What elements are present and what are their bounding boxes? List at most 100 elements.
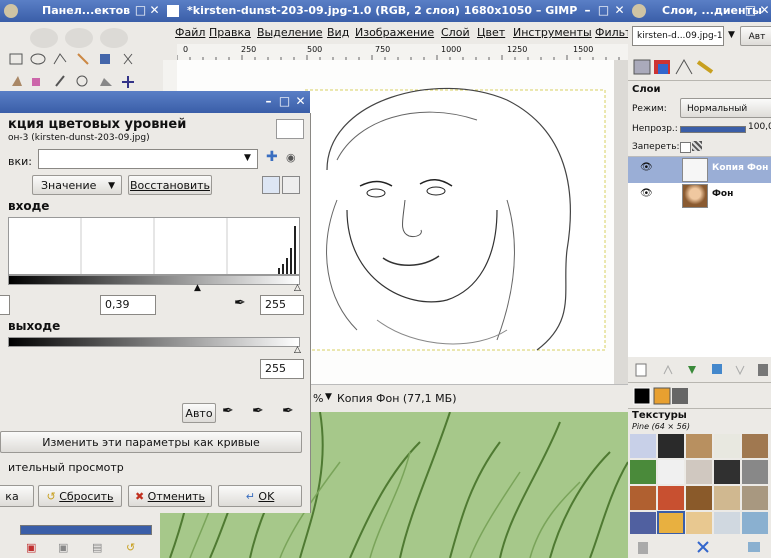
- input-gamma-spinner[interactable]: 0,39: [100, 295, 156, 315]
- input-levels-label: входе: [8, 199, 50, 213]
- toolbox-panel: [0, 22, 163, 100]
- lock-label: Запереть:: [632, 142, 680, 152]
- menu-colors[interactable]: Цвет: [477, 22, 505, 44]
- eye-icon[interactable]: 👁: [640, 162, 653, 173]
- dock-tabs-icons[interactable]: [632, 56, 722, 78]
- zoom-readout[interactable]: %: [313, 392, 323, 405]
- toolbox-bottom: ▣ ▣ ▤ ↺: [0, 513, 160, 558]
- menu-select[interactable]: Выделение: [257, 22, 323, 44]
- fg-bg-color-icons[interactable]: [632, 386, 692, 408]
- edit-as-curves-button[interactable]: Изменить эти параметры как кривые: [0, 431, 302, 453]
- menu-layer[interactable]: Слой: [441, 22, 470, 44]
- levels-dialog: кция цветовых уровней он-3 (kirsten-duns…: [0, 113, 311, 513]
- channel-combo[interactable]: Значение ▼: [32, 175, 122, 195]
- vertical-scrollbar[interactable]: [614, 60, 628, 384]
- pick-white-point-icon[interactable]: ✒: [282, 403, 294, 419]
- image-select-combo[interactable]: kirsten-d...09.jpg-1: [632, 26, 724, 46]
- layer-name: Фон: [712, 189, 734, 199]
- layers-tab-title: Слои: [632, 84, 661, 95]
- opacity-slider[interactable]: [680, 126, 746, 133]
- ruler-tick: 1250: [507, 45, 528, 54]
- texture-name: Pine (64 × 56): [632, 422, 690, 431]
- auto-button[interactable]: Авто: [182, 403, 216, 423]
- levels-dialog-titlebar[interactable]: – □ ✕: [0, 91, 310, 113]
- maximize-icon[interactable]: □: [134, 4, 147, 17]
- help-button[interactable]: ка: [0, 485, 34, 507]
- layers-list: 👁 Копия Фон 👁 Фон: [628, 156, 771, 357]
- texture-actions-icons[interactable]: [628, 538, 771, 558]
- reset-button[interactable]: ↺ Сбросить: [38, 485, 122, 507]
- preview-checkbox-label[interactable]: ительный просмотр: [8, 461, 124, 474]
- delete-options-icon[interactable]: ▤: [92, 541, 102, 554]
- layers-dock-titlebar[interactable]: Слои, ...диенты □ ✕: [628, 0, 771, 22]
- wilber-logo-icon: [30, 28, 128, 48]
- dropdown-arrow-icon[interactable]: ▼: [325, 392, 332, 402]
- menu-file[interactable]: Файл: [175, 22, 205, 44]
- help-label: ка: [5, 490, 19, 503]
- gimp-icon: [632, 4, 646, 18]
- pick-black-point-icon[interactable]: ✒: [222, 403, 234, 419]
- ruler-tick: 1000: [441, 45, 462, 54]
- output-slider-handle[interactable]: △: [294, 345, 301, 355]
- output-gradient-bar: [8, 337, 300, 347]
- gamma-slider-handle[interactable]: ▲: [194, 283, 201, 293]
- close-icon[interactable]: ✕: [148, 4, 161, 17]
- menu-filters[interactable]: Фильт: [595, 22, 628, 44]
- tool-options-scrollbar[interactable]: [20, 525, 152, 535]
- minimize-icon[interactable]: –: [262, 95, 275, 108]
- pick-white-point-icon[interactable]: ✒: [234, 295, 256, 315]
- cancel-label: Отменить: [147, 490, 206, 503]
- output-high-spinner[interactable]: 255: [260, 359, 304, 379]
- chevron-down-icon: ▼: [108, 181, 115, 191]
- ruler-tick: 250: [241, 45, 257, 54]
- layer-actions-icons[interactable]: [628, 360, 771, 380]
- reset-channel-button[interactable]: Восстановить: [128, 175, 212, 195]
- mode-combo[interactable]: Нормальный: [680, 98, 771, 118]
- lock-alpha-checkbox[interactable]: [680, 142, 691, 153]
- layers-dock: kirsten-d...09.jpg-1 ▼ Авт Слои Режим: Н…: [628, 22, 771, 558]
- white-slider-handle[interactable]: △: [294, 283, 301, 293]
- save-options-icon[interactable]: ▣: [26, 541, 36, 554]
- dialog-subtitle: он-3 (kirsten-dunst-203-09.jpg): [8, 133, 150, 143]
- maximize-icon[interactable]: □: [597, 4, 610, 17]
- ruler-tick: 750: [375, 45, 391, 54]
- ok-label: OK: [258, 490, 275, 503]
- image-icon: [167, 5, 179, 17]
- maximize-icon[interactable]: □: [278, 95, 291, 108]
- auto-button[interactable]: Авт: [740, 26, 771, 46]
- menu-tools[interactable]: Инструменты: [513, 22, 592, 44]
- close-icon[interactable]: ✕: [294, 95, 307, 108]
- eye-icon[interactable]: 👁: [640, 188, 653, 199]
- input-low-spinner[interactable]: [0, 295, 10, 315]
- maximize-icon[interactable]: □: [744, 4, 757, 17]
- layer-row[interactable]: 👁 Фон: [628, 183, 771, 209]
- menu-edit[interactable]: Правка: [209, 22, 251, 44]
- chevron-down-icon[interactable]: ▼: [244, 153, 251, 163]
- chevron-down-icon[interactable]: ▼: [728, 30, 735, 40]
- cancel-button[interactable]: ✖ Отменить: [128, 485, 212, 507]
- pick-gray-point-icon[interactable]: ✒: [252, 403, 264, 419]
- opacity-value[interactable]: 100,0: [748, 122, 771, 132]
- layer-row-selected[interactable]: 👁 Копия Фон: [628, 157, 771, 183]
- presets-combo[interactable]: [38, 149, 258, 169]
- image-window-titlebar[interactable]: *kirsten-dunst-203-09.jpg-1.0 (RGB, 2 сл…: [163, 0, 628, 22]
- preset-menu-icon[interactable]: ◉: [286, 151, 296, 164]
- layer-thumbnail: [682, 158, 708, 182]
- dock-separator: [628, 382, 771, 383]
- log-histogram-icon[interactable]: [282, 176, 300, 194]
- reset-options-icon[interactable]: ↺: [126, 541, 135, 554]
- linear-histogram-icon[interactable]: [262, 176, 280, 194]
- minimize-icon[interactable]: –: [581, 4, 594, 17]
- restore-options-icon[interactable]: ▣: [58, 541, 68, 554]
- add-preset-icon[interactable]: ✚: [266, 149, 278, 165]
- menu-image[interactable]: Изображение: [355, 22, 434, 44]
- input-high-spinner[interactable]: 255: [260, 295, 304, 315]
- ok-button[interactable]: ↵ OK: [218, 485, 302, 507]
- texture-grid[interactable]: [630, 434, 771, 534]
- close-icon[interactable]: ✕: [758, 4, 771, 17]
- horizontal-ruler[interactable]: 0 250 500 750 1000 1250 1500: [177, 44, 628, 61]
- toolbox-titlebar[interactable]: Панел...ектов □ ✕: [0, 0, 163, 22]
- close-icon[interactable]: ✕: [613, 4, 626, 17]
- menu-view[interactable]: Вид: [327, 22, 349, 44]
- channel-value: Значение: [41, 179, 97, 192]
